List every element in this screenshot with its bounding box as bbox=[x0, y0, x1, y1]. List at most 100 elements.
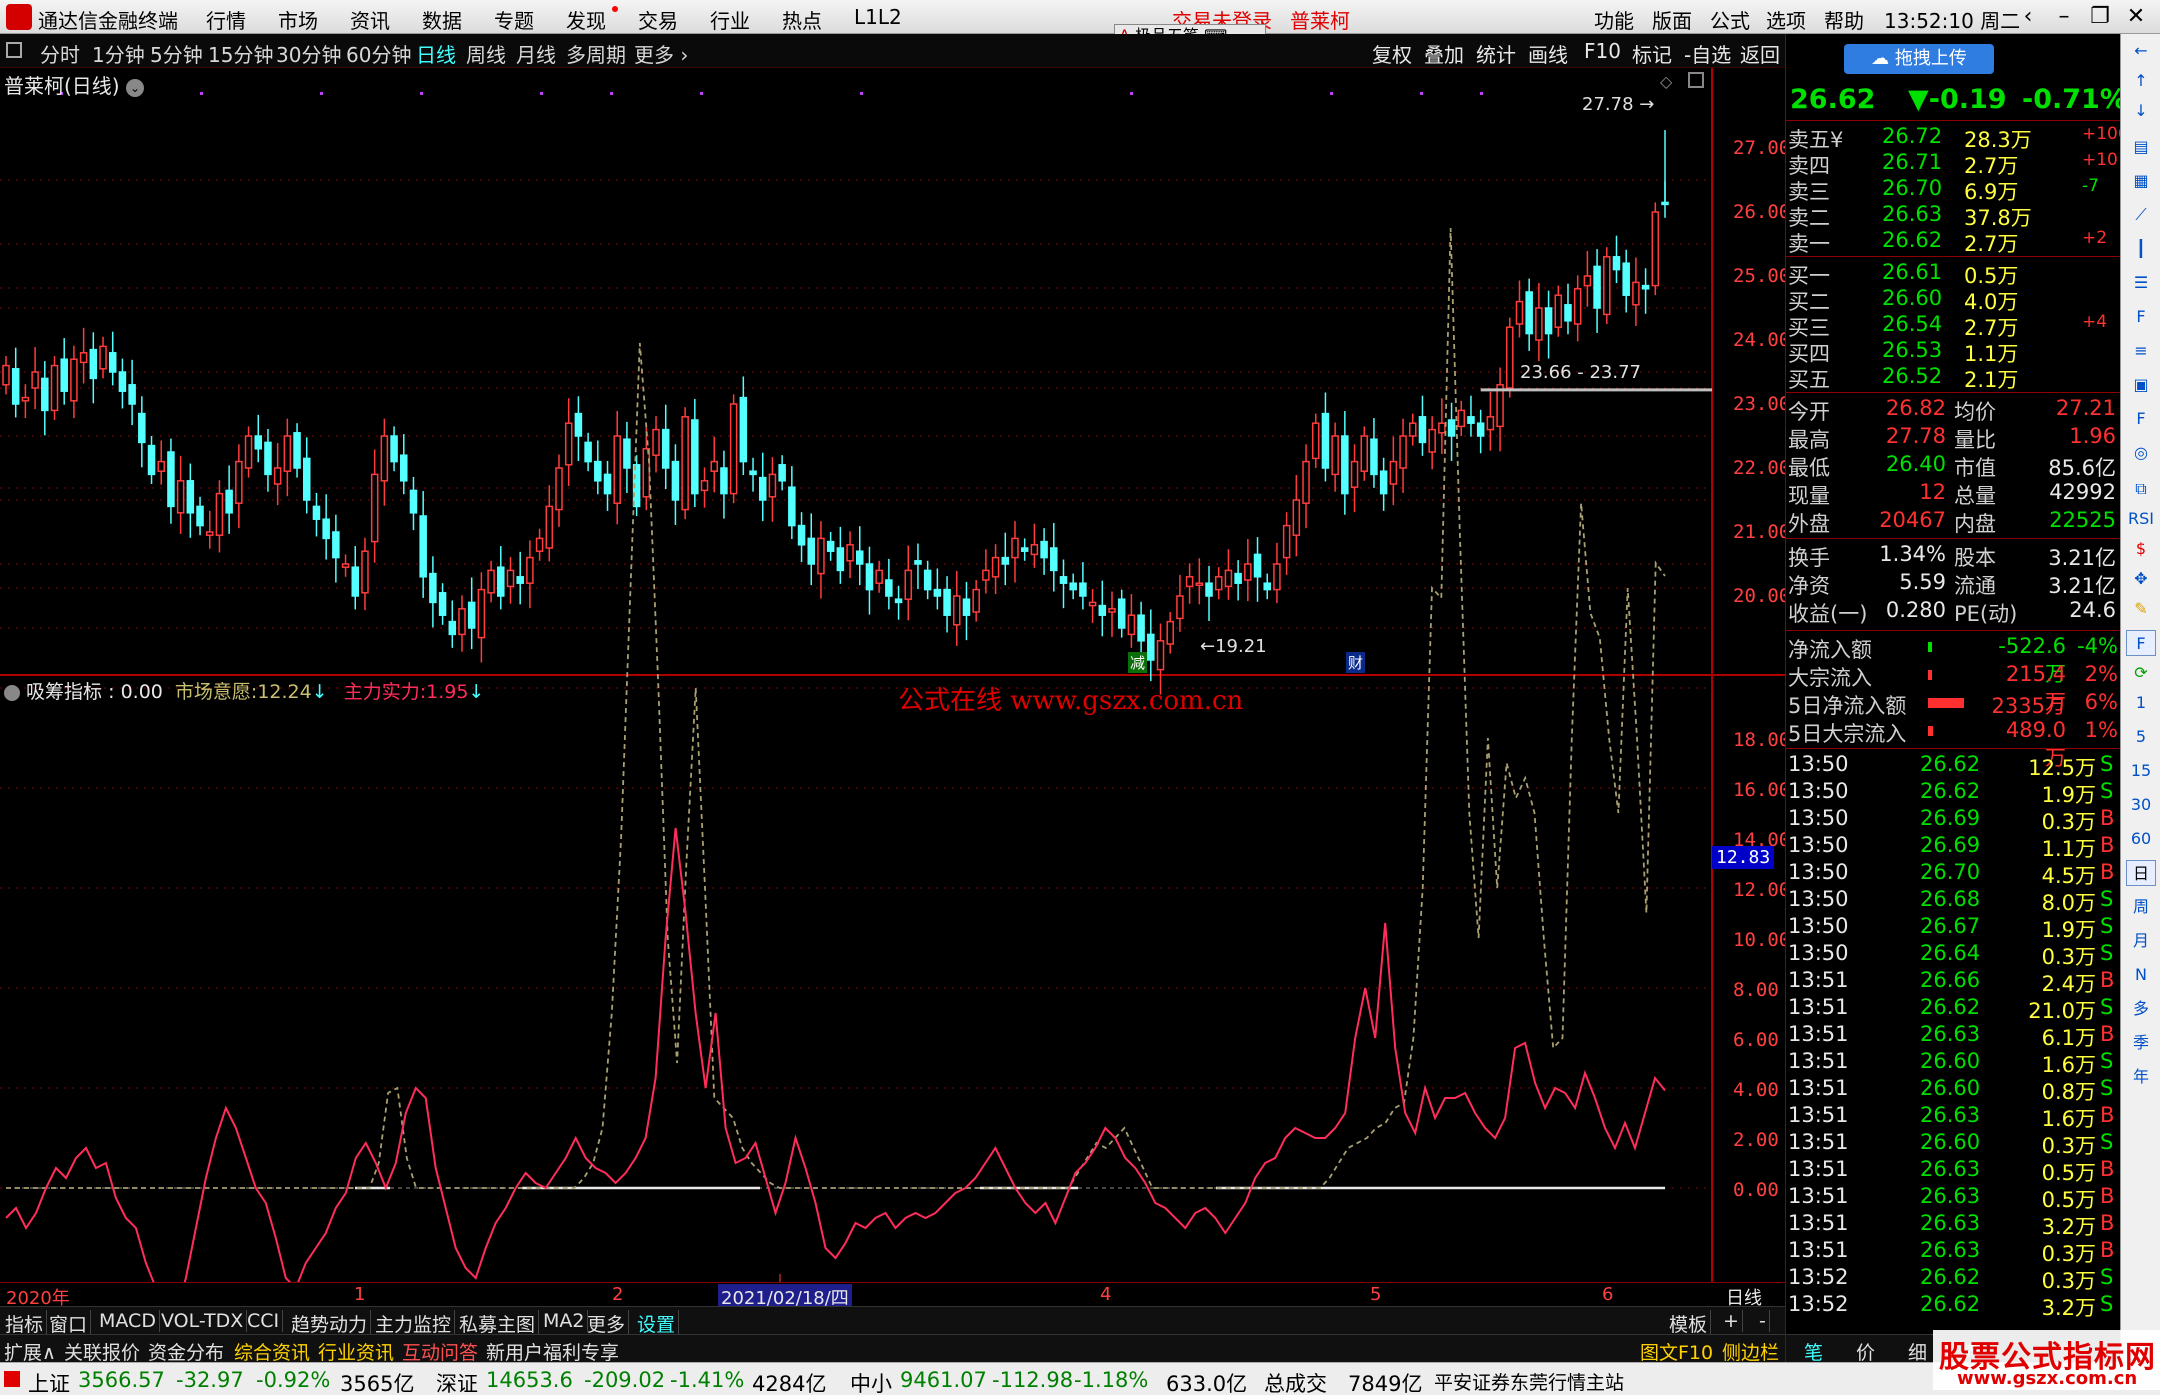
broker-name[interactable]: 平安证券东莞行情主站 bbox=[1434, 1368, 1624, 1395]
tab-zonghezixun[interactable]: 综合资讯 bbox=[234, 1338, 310, 1365]
bid-row[interactable]: 买五 26.52 2.1万 bbox=[1786, 364, 2121, 392]
stat-row[interactable]: 最低 26.40 市值 85.6亿 bbox=[1786, 452, 2121, 480]
period-multi-v[interactable]: 多 bbox=[2126, 996, 2156, 1022]
ask-row[interactable]: 卖五¥ 26.72 28.3万 +106 bbox=[1786, 124, 2129, 152]
pencil-icon[interactable]: ✎ bbox=[2126, 596, 2156, 622]
period-30min[interactable]: 30分钟 bbox=[276, 39, 341, 68]
btn-biaoji[interactable]: 标记 bbox=[1632, 39, 1672, 68]
menu-shichang[interactable]: 市场 bbox=[278, 5, 318, 34]
diamond-icon[interactable]: ◇ bbox=[1660, 72, 1672, 91]
menu-banmian[interactable]: 版面 bbox=[1652, 5, 1692, 34]
fund-row[interactable]: 收益(一) 0.280 PE(动) 24.6 bbox=[1786, 598, 2121, 626]
bid-row[interactable]: 买一 26.61 0.5万 bbox=[1786, 260, 2121, 288]
upload-button[interactable]: ☁ 拖拽上传 bbox=[1844, 44, 1994, 74]
event-jian[interactable]: 减 bbox=[1128, 652, 1148, 673]
rsi-button[interactable]: RSI bbox=[2126, 506, 2156, 532]
tab-ma2[interactable]: MA2 bbox=[540, 1310, 589, 1332]
period-daily[interactable]: 日线 bbox=[416, 39, 456, 68]
period-60min[interactable]: 60分钟 bbox=[346, 39, 411, 68]
tick-row[interactable]: 13:51 26.63 0.5万 B bbox=[1786, 1184, 2121, 1212]
tab-vol-tdx[interactable]: VOL-TDX bbox=[158, 1310, 248, 1332]
news-icon[interactable]: ☰ bbox=[2126, 270, 2156, 296]
period-60[interactable]: 60 bbox=[2126, 826, 2156, 852]
btn-add[interactable]: + bbox=[1720, 1310, 1743, 1332]
menu-bangzhu[interactable]: 帮助 bbox=[1824, 5, 1864, 34]
panel-toggle-icon[interactable] bbox=[6, 42, 22, 58]
stat-row[interactable]: 外盘 20467 内盘 22525 bbox=[1786, 508, 2121, 536]
period-15[interactable]: 15 bbox=[2126, 758, 2156, 784]
period-month[interactable]: 月 bbox=[2126, 928, 2156, 954]
stock-info-icon[interactable]: ▤ bbox=[2126, 134, 2156, 160]
tick-row[interactable]: 13:52 26.62 0.3万 S bbox=[1786, 1265, 2121, 1293]
tick-row[interactable]: 13:51 26.62 21.0万 S bbox=[1786, 995, 2121, 1023]
minimize-icon[interactable]: – bbox=[2046, 3, 2082, 31]
indicator-name[interactable]: 吸筹指标 bbox=[26, 681, 102, 703]
ask-row[interactable]: 卖二 26.63 37.8万 bbox=[1786, 202, 2121, 230]
tick-row[interactable]: 13:51 26.60 0.8万 S bbox=[1786, 1076, 2121, 1104]
menu-redian[interactable]: 热点 bbox=[782, 5, 822, 34]
period-monthly[interactable]: 月线 bbox=[516, 39, 556, 68]
period-day[interactable]: 日 bbox=[2126, 860, 2156, 886]
period-season[interactable]: 季 bbox=[2126, 1030, 2156, 1056]
tab-xinyonghu[interactable]: 新用户福利专享 bbox=[486, 1338, 619, 1365]
tab-zijinfenbu[interactable]: 资金分布 bbox=[148, 1338, 224, 1365]
back-nav-icon[interactable]: ‹ bbox=[2010, 3, 2046, 31]
tick-row[interactable]: 13:51 26.63 1.6万 B bbox=[1786, 1103, 2121, 1131]
period-1min[interactable]: 1分钟 bbox=[92, 39, 145, 68]
indicator-menu-icon[interactable] bbox=[4, 684, 20, 701]
table-icon[interactable]: ▦ bbox=[2126, 168, 2156, 194]
tab-kuozhan[interactable]: 扩展∧ bbox=[4, 1338, 56, 1365]
zx-label[interactable]: 中小 bbox=[850, 1368, 892, 1395]
menu-shuju[interactable]: 数据 bbox=[422, 5, 462, 34]
tab-chuangkou[interactable]: 窗口 bbox=[46, 1310, 92, 1337]
tick-row[interactable]: 13:50 26.70 4.5万 B bbox=[1786, 860, 2121, 888]
tick-row[interactable]: 13:50 26.64 0.3万 S bbox=[1786, 941, 2121, 969]
btn-tongji[interactable]: 统计 bbox=[1476, 39, 1516, 68]
period-n[interactable]: N bbox=[2126, 962, 2156, 988]
tick-row[interactable]: 13:51 26.63 0.5万 B bbox=[1786, 1157, 2121, 1185]
btn-muban[interactable]: 模板 bbox=[1666, 1310, 1712, 1337]
flow-row[interactable]: 5日净流入额 2335万 6% bbox=[1786, 690, 2121, 718]
period-fenshi[interactable]: 分时 bbox=[40, 39, 80, 68]
chevron-down-icon[interactable]: ⌄ bbox=[125, 78, 144, 97]
menu-zhuanti[interactable]: 专题 bbox=[494, 5, 534, 34]
tab-zhulijiankong[interactable]: 主力监控 bbox=[372, 1310, 456, 1337]
btn-remove[interactable]: - bbox=[1756, 1310, 1770, 1332]
menu-gongneng[interactable]: 功能 bbox=[1594, 5, 1634, 34]
panel-max-icon[interactable] bbox=[1688, 72, 1704, 88]
line-chart-icon[interactable]: ⟋ bbox=[2126, 202, 2156, 228]
tab-bi[interactable]: 笔 bbox=[1804, 1338, 1823, 1365]
ask-row[interactable]: 卖三 26.70 6.9万 -7 bbox=[1786, 176, 2121, 204]
tick-row[interactable]: 13:51 26.60 0.3万 S bbox=[1786, 1130, 2121, 1158]
menu-hangye[interactable]: 行业 bbox=[710, 5, 750, 34]
tab-simuzhutu[interactable]: 私募主图 bbox=[456, 1310, 540, 1337]
tab-guanlianbaojia[interactable]: 关联报价 bbox=[64, 1338, 140, 1365]
tab-qushidongli[interactable]: 趋势动力 bbox=[288, 1310, 372, 1337]
fs-icon[interactable]: F bbox=[2126, 630, 2156, 656]
btn-huaxian[interactable]: 画线 bbox=[1528, 39, 1568, 68]
tab-gengduo[interactable]: 更多 bbox=[584, 1310, 630, 1337]
arrow-down-icon[interactable]: ↓ bbox=[2126, 98, 2156, 124]
period-year[interactable]: 年 bbox=[2126, 1064, 2156, 1090]
period-30[interactable]: 30 bbox=[2126, 792, 2156, 818]
arrow-up-icon[interactable]: ↑ bbox=[2126, 68, 2156, 94]
sh-label[interactable]: 上证 bbox=[28, 1368, 70, 1395]
bid-row[interactable]: 买四 26.53 1.1万 bbox=[1786, 338, 2121, 366]
stat-row[interactable]: 最高 27.78 量比 1.96 bbox=[1786, 424, 2121, 452]
period-15min[interactable]: 15分钟 bbox=[208, 39, 273, 68]
menu-faxian[interactable]: 发现 bbox=[566, 5, 606, 34]
refresh-icon[interactable]: ⟳ bbox=[2126, 660, 2156, 686]
btn-diejia[interactable]: 叠加 bbox=[1424, 39, 1464, 68]
tick-row[interactable]: 13:51 26.63 6.1万 B bbox=[1786, 1022, 2121, 1050]
stat-row[interactable]: 今开 26.82 均价 27.21 bbox=[1786, 396, 2121, 424]
tab-macd[interactable]: MACD bbox=[96, 1310, 160, 1332]
bid-row[interactable]: 买二 26.60 4.0万 bbox=[1786, 286, 2121, 314]
bid-row[interactable]: 买三 26.54 2.7万 +4 bbox=[1786, 312, 2121, 340]
flow-row[interactable]: 净流入额 -522.6万 -4% bbox=[1786, 634, 2121, 686]
tick-row[interactable]: 13:51 26.60 1.6万 S bbox=[1786, 1049, 2121, 1077]
tick-row[interactable]: 13:50 26.62 1.9万 S bbox=[1786, 779, 2121, 807]
tick-row[interactable]: 13:50 26.62 12.5万 S bbox=[1786, 752, 2121, 780]
tab-xi[interactable]: 细 bbox=[1908, 1338, 1927, 1365]
menu-xuanxiang[interactable]: 选项 bbox=[1766, 5, 1806, 34]
fund-row[interactable]: 换手 1.34% 股本 3.21亿 bbox=[1786, 542, 2121, 570]
